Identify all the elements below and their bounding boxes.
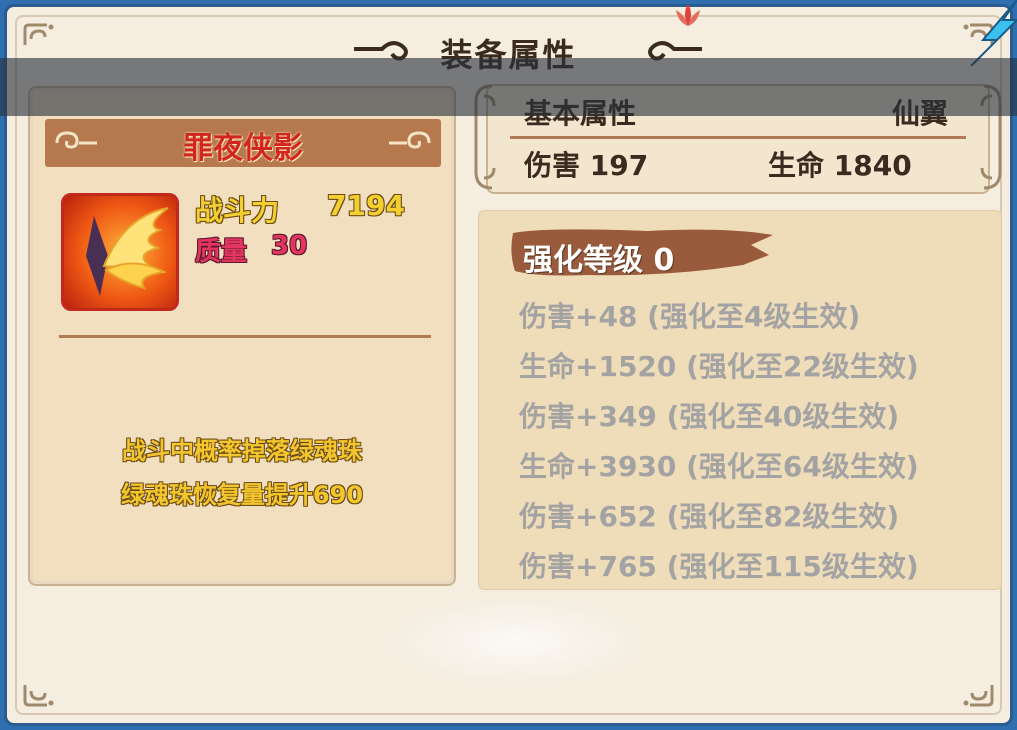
enhancement-panel: 强化等级 0 伤害+48 (强化至4级生效) 生命+1520 (强化至22级生效… (478, 210, 1002, 590)
divider (59, 335, 431, 338)
frame-ornament-icon (980, 84, 1002, 190)
title-ornament-right-icon (648, 41, 702, 61)
divider (510, 136, 966, 139)
item-effect-text: 绿魂珠恢复量提升690 (120, 481, 364, 509)
decorative-glow (387, 597, 647, 687)
item-name: 罪夜侠影 (183, 131, 303, 166)
base-attributes-panel: 基本属性 仙翼 伤害 197 生命 1840 (470, 80, 1006, 198)
enhancement-bonus: 伤害+349 (强化至40级生效) (519, 400, 900, 433)
golden-wings-icon[interactable] (61, 193, 179, 311)
item-info-panel: 罪夜侠影 战斗力 7194 质量 30 战斗中概率掉落绿魂珠 绿魂珠恢复量提升6… (28, 86, 456, 586)
item-name-banner: 罪夜侠影 (45, 119, 441, 167)
item-effect-text: 战斗中概率掉落绿魂珠 (122, 437, 362, 465)
lotus-emblem-icon (676, 4, 700, 26)
base-hp: 生命 1840 (768, 149, 912, 182)
enhancement-bonus: 生命+3930 (强化至64级生效) (519, 450, 919, 483)
window-title: 装备属性 (440, 36, 577, 74)
power-label: 战斗力 (195, 194, 280, 227)
equipment-type: 仙翼 (891, 97, 948, 130)
close-arrow-icon[interactable] (963, 0, 1017, 66)
corner-ornament-icon (21, 681, 57, 709)
enhancement-bonus: 伤害+48 (强化至4级生效) (519, 300, 861, 333)
enhancement-bonus: 生命+1520 (强化至22级生效) (519, 350, 919, 383)
enhancement-level-banner: 强化等级 0 (507, 225, 777, 281)
enhancement-bonus: 伤害+765 (强化至115级生效) (519, 550, 919, 583)
frame-ornament-icon (474, 84, 496, 190)
corner-ornament-icon (960, 681, 996, 709)
quality-value: 30 (271, 231, 308, 261)
banner-ornament-icon (389, 131, 431, 149)
enhancement-bonus: 伤害+652 (强化至82级生效) (519, 500, 900, 533)
base-attributes-title: 基本属性 (524, 97, 637, 130)
base-damage: 伤害 197 (524, 149, 649, 182)
quality-label: 质量 (195, 237, 248, 267)
enhancement-level: 强化等级 0 (523, 243, 675, 278)
power-value: 7194 (327, 189, 405, 222)
